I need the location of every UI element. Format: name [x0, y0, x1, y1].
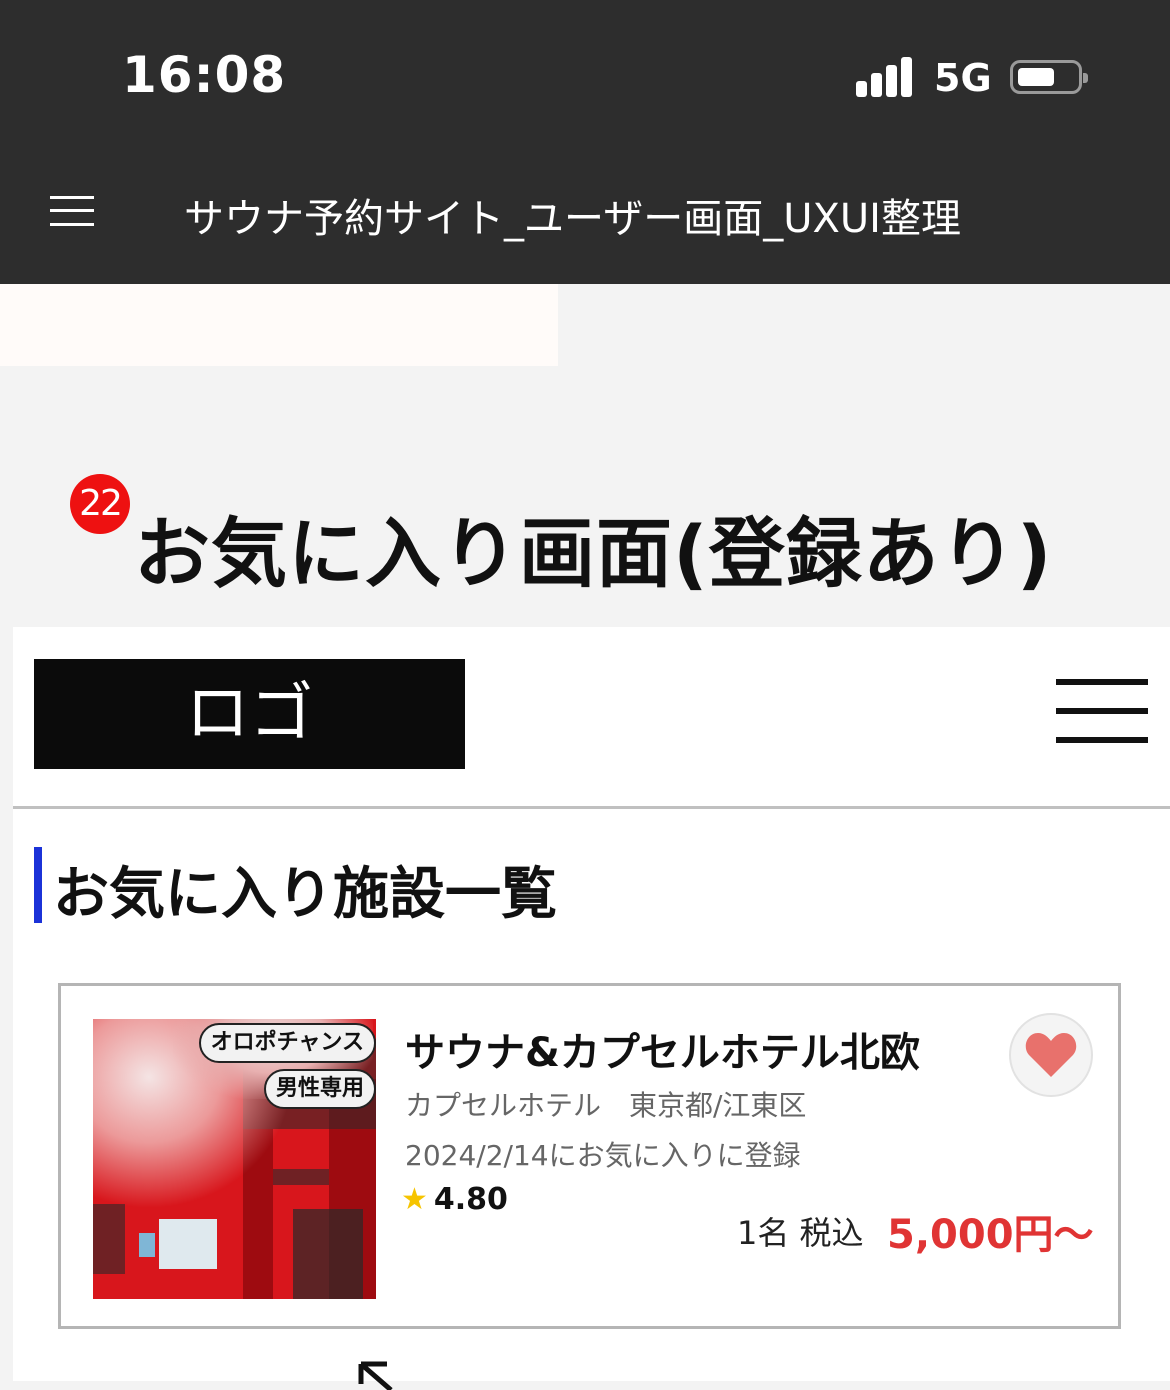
rating-value: 4.80: [433, 1182, 508, 1217]
facility-photo: オロポチャンス 男性専用: [93, 1019, 376, 1299]
section-accent-bar: [34, 847, 42, 923]
facility-name[interactable]: サウナ&カプセルホテル北欧: [405, 1020, 920, 1078]
price-unit: 1名 税込: [737, 1214, 864, 1252]
status-time: 16:08: [122, 46, 287, 104]
app-bar: サウナ予約サイト_ユーザー画面_UXUI整理: [0, 150, 1170, 284]
favorite-registered-date: 2024/2/14にお気に入りに登録: [405, 1139, 801, 1172]
battery-icon: [1010, 60, 1088, 94]
network-type: 5G: [934, 56, 992, 100]
status-bar: 16:08 5G: [0, 0, 1170, 150]
cursor-arrow-icon: [358, 1361, 393, 1390]
section-title: お気に入り施設一覧: [53, 862, 557, 927]
favorite-heart-button[interactable]: [1009, 1013, 1093, 1097]
logo[interactable]: ロゴ: [34, 659, 465, 769]
rating: ★ 4.80: [401, 1182, 508, 1217]
screen-title: お気に入り画面(登録あり): [134, 509, 1053, 598]
hamburger-menu-icon[interactable]: [1056, 679, 1148, 743]
favorite-facility-card[interactable]: オロポチャンス 男性専用 サウナ&カプセルホテル北欧 カプセルホテル 東京都/江…: [58, 983, 1121, 1329]
tag-men-only: 男性専用: [263, 1069, 376, 1109]
screen-number-badge: 22: [70, 474, 130, 534]
header-divider: [13, 806, 1170, 809]
canvas-strip: [0, 284, 558, 366]
facility-type-location: カプセルホテル 東京都/江東区: [405, 1089, 807, 1122]
star-icon: ★: [401, 1182, 428, 1217]
heart-icon: [1025, 1033, 1077, 1077]
screen-frame: ロゴ お気に入り施設一覧 オロポチャンス 男性専用 サウナ&カプセルホテル北欧 …: [13, 627, 1170, 1390]
tag-oropo-chance: オロポチャンス: [198, 1023, 376, 1063]
price: 5,000円〜: [887, 1212, 1094, 1258]
cellular-signal-icon: [856, 57, 916, 97]
menu-icon[interactable]: [50, 194, 94, 228]
app-title: サウナ予約サイト_ユーザー画面_UXUI整理: [184, 196, 961, 242]
